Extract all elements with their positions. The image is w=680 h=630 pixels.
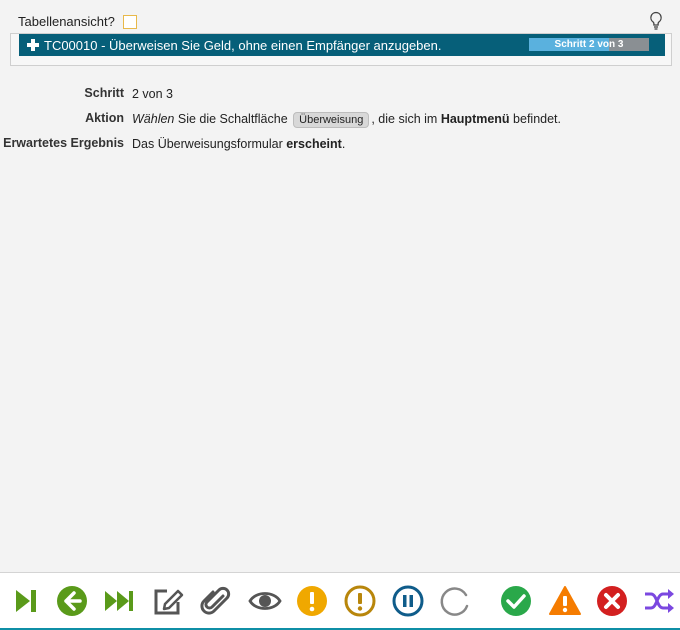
loading-icon[interactable]	[438, 584, 472, 618]
step-value: 2 von 3	[132, 87, 174, 101]
expand-plus-icon[interactable]	[27, 39, 39, 51]
attach-icon[interactable]	[199, 584, 233, 618]
table-view-checkbox[interactable]	[122, 14, 137, 29]
action-value: Wählen Sie die Schaltfläche Überweisung,…	[132, 111, 680, 128]
expected-text-1: Das Überweisungsformular	[132, 137, 287, 151]
fast-forward-icon[interactable]	[102, 584, 136, 618]
test-case-title: TC00010 - Überweisen Sie Geld, ohne eine…	[44, 37, 442, 53]
ueberweisung-button-reference: Überweisung	[293, 112, 370, 128]
step-details: Schritt 2 von 3 Aktion Wählen Sie die Sc…	[0, 86, 680, 161]
expected-bold-text: erscheint	[286, 137, 342, 151]
test-case-header[interactable]: TC00010 - Überweisen Sie Geld, ohne eine…	[19, 34, 665, 56]
expected-result-row: Erwartetes Ergebnis Das Überweisungsform…	[0, 136, 680, 153]
action-toolbar	[0, 572, 680, 630]
expected-result-label: Erwartetes Ergebnis	[3, 136, 124, 150]
expected-result-value: Das Überweisungsformular erscheint.	[132, 136, 680, 153]
pause-icon[interactable]	[391, 584, 425, 618]
check-icon[interactable]	[499, 584, 533, 618]
edit-icon[interactable]	[151, 584, 185, 618]
lightbulb-icon[interactable]	[648, 11, 664, 31]
fail-icon[interactable]	[595, 584, 629, 618]
warning-circle-icon[interactable]	[295, 584, 329, 618]
back-icon[interactable]	[55, 584, 89, 618]
expected-text-2: .	[341, 137, 346, 151]
table-view-label: Tabellenansicht?	[18, 14, 115, 29]
action-row: Aktion Wählen Sie die Schaltfläche Überw…	[0, 111, 680, 128]
alert-triangle-icon[interactable]	[548, 584, 582, 618]
view-icon[interactable]	[248, 584, 282, 618]
action-verb: Wählen	[132, 112, 175, 126]
step-progress-bar: Schritt 2 von 3	[529, 38, 649, 51]
action-text-1: Sie die Schaltfläche	[174, 112, 292, 126]
table-view-toggle: Tabellenansicht?	[18, 14, 137, 29]
step-row: Schritt 2 von 3	[0, 86, 680, 103]
step-next-icon[interactable]	[8, 584, 42, 618]
action-text-2: , die sich im	[371, 112, 441, 126]
step-label: Schritt	[84, 86, 124, 100]
action-bold-text: Hauptmenü	[440, 112, 510, 126]
warning-outline-icon[interactable]	[343, 584, 377, 618]
shuffle-icon[interactable]	[642, 584, 676, 618]
action-label: Aktion	[85, 111, 124, 125]
step-progress-text: Schritt 2 von 3	[554, 39, 624, 50]
action-text-3: befindet.	[509, 112, 561, 126]
